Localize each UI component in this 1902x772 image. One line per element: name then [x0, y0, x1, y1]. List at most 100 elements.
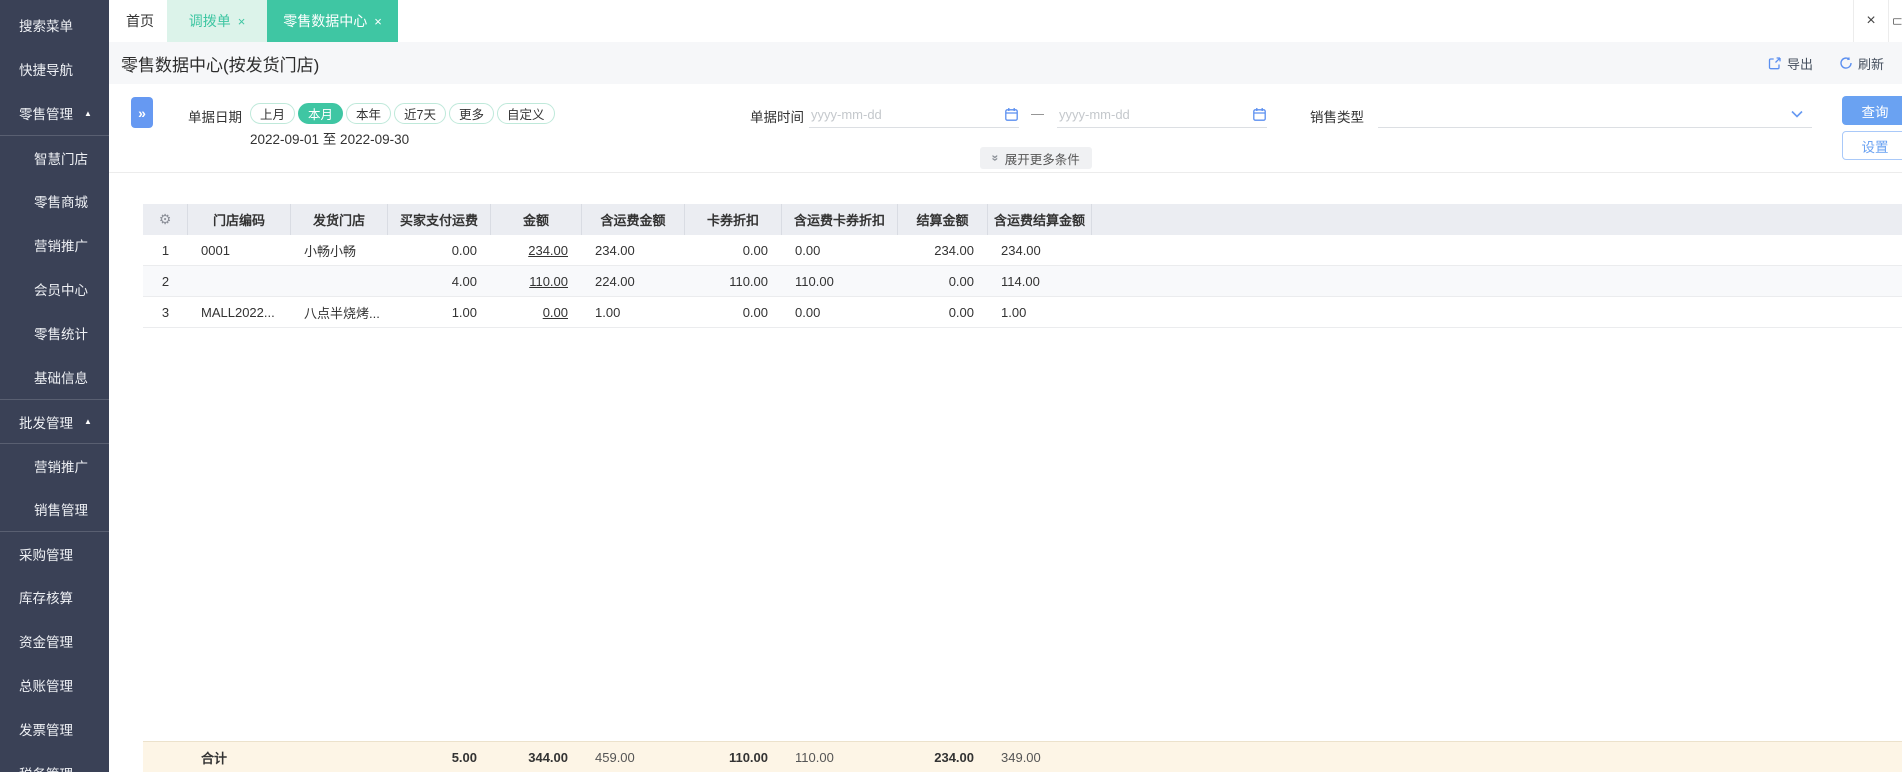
sidebar-item-label: 资金管理 [19, 635, 73, 650]
sidebar-item-17[interactable]: 税务管理 [0, 751, 109, 772]
sidebar-item-label: 会员中心 [34, 283, 88, 298]
sidebar-item-10[interactable]: 营销推广 [0, 443, 109, 487]
total-cell: 5.00 [451, 749, 477, 765]
sidebar-item-label: 税务管理 [19, 763, 73, 772]
column-header-3[interactable]: 买家支付运费 [388, 204, 491, 235]
cell: 0.00 [451, 242, 477, 258]
cell: 110.00 [795, 273, 834, 289]
sidebar-item-label: 销售管理 [34, 503, 88, 518]
tab-0[interactable]: 首页 [113, 0, 167, 42]
column-header-1[interactable]: 门店编码 [188, 204, 291, 235]
query-button[interactable]: 查询 [1842, 96, 1902, 125]
tab-2[interactable]: 零售数据中心 × [267, 0, 398, 42]
cell: 234.00 [595, 242, 635, 258]
cell-filler [1092, 297, 1902, 327]
sidebar-item-11[interactable]: 销售管理 [0, 487, 109, 531]
sidebar-item-2[interactable]: 零售管理 ▲ [0, 91, 109, 135]
expand-more-conditions-button[interactable]: » 展开更多条件 [980, 147, 1092, 169]
column-header-8[interactable]: 结算金额 [898, 204, 988, 235]
sidebar: 搜索菜单 快捷导航 零售管理 ▲ 智慧门店 零售商城 营销推广 会员中心 零售统计 基础信息 批发管… [0, 0, 109, 772]
tab-close-icon[interactable]: × [374, 15, 382, 28]
sidebar-item-15[interactable]: 总账管理 [0, 663, 109, 707]
refresh-label: 刷新 [1857, 56, 1884, 72]
column-header-6[interactable]: 卡券折扣 [685, 204, 782, 235]
tab-label: 零售数据中心 [283, 13, 368, 29]
tab-1[interactable]: 调拨单 × [167, 0, 267, 42]
sidebar-item-14[interactable]: 资金管理 [0, 619, 109, 663]
gear-icon[interactable]: ⚙ [159, 211, 172, 228]
sidebar-item-9[interactable]: 批发管理 ▲ [0, 399, 109, 443]
cell [291, 266, 388, 296]
cell: 3 [161, 304, 170, 320]
close-window-icon[interactable]: × [1853, 0, 1888, 42]
sidebar-item-label: 批发管理 [19, 415, 73, 431]
date-pill-5[interactable]: 自定义 [497, 103, 555, 124]
cell: 234.00 [491, 235, 582, 265]
cell: 0.00 [491, 297, 582, 327]
date-range-text: 2022-09-01 至 2022-09-30 [250, 132, 410, 147]
sidebar-item-6[interactable]: 会员中心 [0, 267, 109, 311]
sidebar-item-7[interactable]: 零售统计 [0, 311, 109, 355]
sidebar-item-5[interactable]: 营销推广 [0, 223, 109, 267]
calendar-icon[interactable] [1252, 107, 1267, 122]
cell: MALL2022... [201, 304, 275, 320]
cell: 0001 [201, 242, 230, 258]
total-cell: 349.00 [1001, 749, 1041, 765]
amount-link[interactable]: 0.00 [543, 305, 568, 320]
chevron-down-icon [1790, 109, 1804, 119]
sidebar-item-4[interactable]: 零售商城 [0, 179, 109, 223]
sidebar-item-1[interactable]: 快捷导航 [0, 47, 109, 91]
caret-up-icon: ▲ [84, 417, 92, 426]
page-actions: 导出 刷新 [1768, 54, 1884, 73]
calendar-icon[interactable] [1004, 107, 1019, 122]
cell: 234.00 [1001, 242, 1041, 258]
cell: 八点半烧烤... [304, 305, 380, 321]
sidebar-item-label: 基础信息 [34, 371, 88, 386]
sidebar-item-12[interactable]: 采购管理 [0, 531, 109, 575]
doc-time-start-input[interactable] [809, 105, 1004, 123]
cell: 0.00 [948, 304, 974, 320]
table-row-1[interactable]: 1 0001 小畅小畅 0.00 234.00 234.00 0.00 0.00 234.00 2… [143, 235, 1902, 266]
tab-close-icon[interactable]: × [238, 15, 246, 28]
column-header-7[interactable]: 含运费卡券折扣 [782, 204, 898, 235]
sidebar-item-label: 总账管理 [19, 679, 73, 694]
column-header-9[interactable]: 含运费结算金额 [988, 204, 1092, 235]
cell: 110.00 [729, 273, 768, 289]
export-button[interactable]: 导出 [1768, 54, 1813, 73]
date-pill-4[interactable]: 更多 [449, 103, 495, 124]
table-row-3[interactable]: 3 MALL2022... 八点半烧烤... 1.00 0.00 1.00 0.00 0.00… [143, 297, 1902, 328]
settings-button[interactable]: 设置 [1842, 131, 1902, 160]
column-header-filler [1092, 204, 1902, 235]
sidebar-item-13[interactable]: 库存核算 [0, 575, 109, 619]
date-pill-3[interactable]: 近7天 [394, 103, 446, 124]
sidebar-item-label: 快捷导航 [19, 63, 73, 78]
sidebar-item-3[interactable]: 智慧门店 [0, 135, 109, 179]
cell: 0.00 [742, 242, 768, 258]
refresh-button[interactable]: 刷新 [1839, 54, 1884, 73]
sale-type-select[interactable] [1378, 101, 1812, 128]
column-header-5[interactable]: 含运费金额 [582, 204, 685, 235]
cell: 1 [161, 242, 170, 258]
date-pill-1[interactable]: 本月 [298, 103, 344, 124]
table-total-row: 合计 5.00 344.00 459.00 110.00 110.00 234.00 349.… [143, 741, 1902, 772]
cell: 224.00 [595, 273, 635, 289]
sidebar-item-label: 零售管理 [19, 107, 73, 122]
date-pill-2[interactable]: 本年 [346, 103, 392, 124]
sidebar-item-8[interactable]: 基础信息 [0, 355, 109, 399]
column-header-4[interactable]: 金额 [491, 204, 582, 235]
amount-link[interactable]: 234.00 [528, 243, 568, 258]
amount-link[interactable]: 110.00 [529, 274, 568, 289]
date-pill-0[interactable]: 上月 [250, 103, 296, 124]
maximize-icon[interactable] [1888, 0, 1902, 42]
cell: 0.00 [948, 273, 974, 289]
table-row-2[interactable]: 2 4.00 110.00 224.00 110.00 110.00 0.00 114.00 [143, 266, 1902, 297]
column-settings-header[interactable]: ⚙ [143, 204, 188, 235]
cell [188, 266, 291, 296]
doc-time-end-input[interactable] [1057, 105, 1252, 123]
total-cell: 110.00 [728, 749, 768, 765]
sidebar-item-0[interactable]: 搜索菜单 [0, 3, 109, 47]
total-cell [143, 742, 188, 772]
collapse-filters-button[interactable]: » [131, 97, 153, 128]
sidebar-item-16[interactable]: 发票管理 [0, 707, 109, 751]
column-header-2[interactable]: 发货门店 [291, 204, 388, 235]
